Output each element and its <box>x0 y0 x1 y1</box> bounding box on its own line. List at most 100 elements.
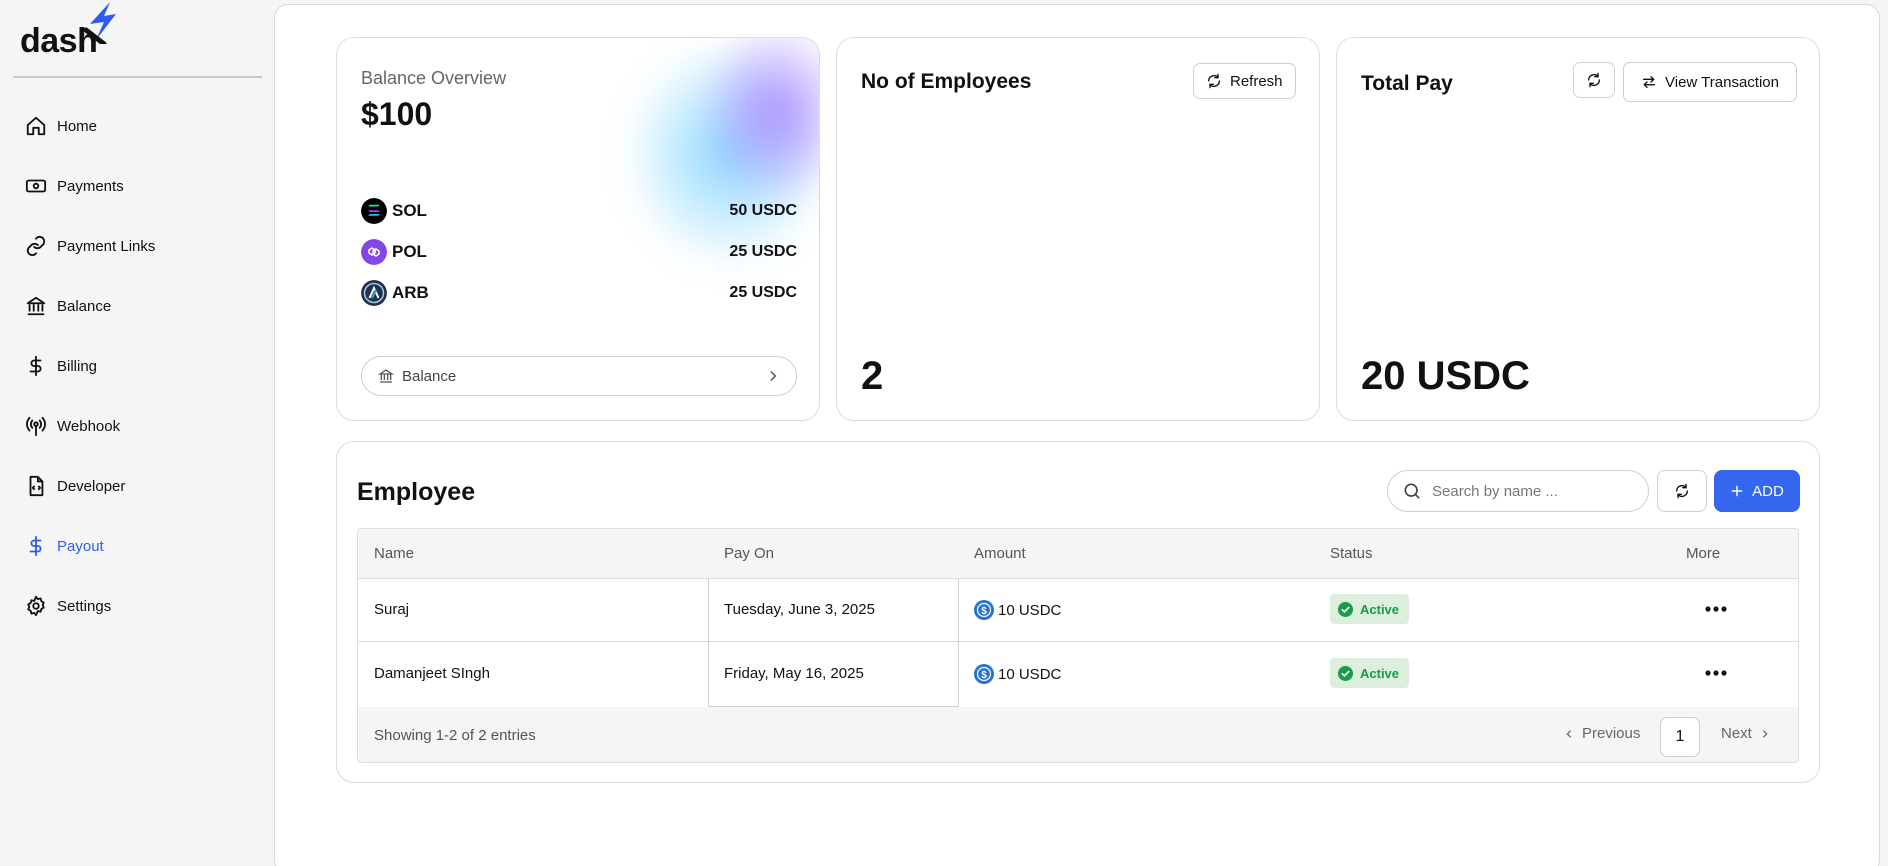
employees-card-title: No of Employees <box>861 70 1032 93</box>
employee-amount: $ 10 USDC <box>974 664 1061 684</box>
page-number-button[interactable]: 1 <box>1660 717 1700 757</box>
sidebar-item-payment-links[interactable]: Payment Links <box>24 226 155 266</box>
view-transaction-label: View Transaction <box>1665 73 1779 91</box>
home-icon <box>24 114 48 138</box>
amount-value: 10 USDC <box>998 665 1062 683</box>
sidebar-item-balance[interactable]: Balance <box>24 286 111 326</box>
sidebar-item-label: Balance <box>57 297 112 315</box>
sidebar-item-label: Webhook <box>57 417 121 435</box>
solana-icon <box>361 198 387 224</box>
token-name: SOL <box>392 201 427 220</box>
sidebar-item-label: Payments <box>57 177 124 195</box>
gear-icon <box>24 594 48 618</box>
refresh-button[interactable]: Refresh <box>1193 63 1296 99</box>
status-badge: Active <box>1330 658 1410 688</box>
employee-name: Suraj <box>374 601 410 618</box>
chevron-left-icon <box>1566 729 1571 738</box>
sidebar-item-developer[interactable]: Developer <box>24 466 125 506</box>
more-options-button[interactable] <box>1701 661 1731 685</box>
balance-button-label: Balance <box>402 367 457 385</box>
token-name: POL <box>392 242 427 261</box>
dollar-icon <box>24 354 48 378</box>
sidebar-item-payments[interactable]: Payments <box>24 166 124 206</box>
sidebar-item-billing[interactable]: Billing <box>24 346 97 386</box>
column-header-amount: Amount <box>974 545 1026 562</box>
check-circle-icon <box>1338 665 1353 681</box>
svg-text:$: $ <box>981 606 987 617</box>
sidebar-item-label: Developer <box>57 477 126 495</box>
check-circle-icon <box>1338 601 1353 617</box>
total-pay-amount: 20 USDC <box>1361 354 1530 398</box>
status-label: Active <box>1360 665 1400 681</box>
total-pay-title: Total Pay <box>1361 72 1453 95</box>
balance-title: Balance Overview <box>361 68 507 88</box>
table-row[interactable]: Damanjeet SIngh Friday, May 16, 2025 $ 1… <box>358 643 1798 707</box>
swap-arrows-icon <box>1643 76 1656 88</box>
sidebar-item-label: Billing <box>57 357 98 375</box>
previous-label: Previous <box>1582 725 1641 742</box>
code-file-icon <box>24 474 48 498</box>
token-row-pol: POL 25 USDC <box>361 237 797 267</box>
column-header-name: Name <box>374 545 415 562</box>
logo-bolt-icon <box>83 2 116 44</box>
search-input[interactable] <box>1432 482 1632 500</box>
sidebar-item-webhook[interactable]: Webhook <box>24 406 120 446</box>
refresh-table-button[interactable] <box>1657 470 1707 512</box>
sidebar-item-label: Payout <box>57 537 104 555</box>
refresh-button-label: Refresh <box>1230 72 1283 90</box>
add-button-label: ADD <box>1752 482 1784 500</box>
sidebar-item-payout[interactable]: Payout <box>24 526 104 566</box>
sidebar-divider <box>13 76 262 78</box>
employee-pay-on: Friday, May 16, 2025 <box>724 665 864 682</box>
usdc-icon: $ <box>974 664 994 684</box>
employee-table-card: Employee ADD Name Pay On Amount Status M… <box>336 441 1820 783</box>
chevron-right-icon <box>770 371 777 381</box>
plus-icon <box>1731 485 1743 497</box>
search-icon <box>1404 483 1420 499</box>
table-header: Name Pay On Amount Status More <box>358 529 1798 579</box>
column-header-pay-on: Pay On <box>724 545 775 562</box>
chevron-right-icon <box>1762 729 1768 738</box>
employee-table: Name Pay On Amount Status More Suraj Tue… <box>357 528 1799 763</box>
sidebar-item-settings[interactable]: Settings <box>24 586 111 626</box>
previous-page-button[interactable]: Previous <box>1564 725 1640 742</box>
link-icon <box>24 234 48 258</box>
next-label: Next <box>1721 725 1752 742</box>
employees-count-card: No of Employees Refresh 2 <box>836 37 1320 421</box>
table-row[interactable]: Suraj Tuesday, June 3, 2025 $ 10 USDC Ac… <box>358 579 1798 643</box>
refresh-button[interactable] <box>1573 62 1615 98</box>
dollar-icon <box>24 534 48 558</box>
token-value: 25 USDC <box>729 243 797 260</box>
more-options-button[interactable] <box>1701 597 1731 621</box>
balance-overview-card: Balance Overview $100 SOL 50 USDC POL 25… <box>336 37 820 421</box>
more-horizontal-icon <box>1705 606 1727 612</box>
next-page-button[interactable]: Next <box>1721 725 1770 742</box>
add-employee-button[interactable]: ADD <box>1714 470 1800 512</box>
column-header-more: More <box>1686 545 1721 562</box>
search-field[interactable] <box>1387 470 1649 512</box>
sidebar-item-label: Payment Links <box>57 237 156 255</box>
bank-icon <box>378 369 394 383</box>
sidebar-item-label: Settings <box>57 597 112 615</box>
view-transaction-button[interactable]: View Transaction <box>1623 62 1797 102</box>
balance-amount: $100 <box>361 96 433 132</box>
refresh-icon <box>1208 73 1220 89</box>
more-horizontal-icon <box>1705 670 1727 676</box>
table-footer: Showing 1-2 of 2 entries Previous 1 Next <box>358 707 1798 762</box>
employees-count: 2 <box>861 354 884 398</box>
amount-value: 10 USDC <box>998 601 1062 619</box>
column-header-status: Status <box>1330 545 1373 562</box>
balance-button[interactable]: Balance <box>361 356 797 396</box>
sidebar: dash Home Payments Payment Links Balance… <box>0 0 275 866</box>
refresh-icon <box>1588 72 1600 88</box>
sidebar-item-label: Home <box>57 117 98 135</box>
refresh-icon <box>1676 483 1688 499</box>
employee-name: Damanjeet SIngh <box>374 665 490 682</box>
payments-icon <box>24 174 48 198</box>
usdc-icon: $ <box>974 600 994 620</box>
broadcast-icon <box>24 414 48 438</box>
entries-summary: Showing 1-2 of 2 entries <box>374 727 536 744</box>
token-row-sol: SOL 50 USDC <box>361 196 797 226</box>
sidebar-item-home[interactable]: Home <box>24 106 97 146</box>
status-label: Active <box>1360 601 1400 617</box>
